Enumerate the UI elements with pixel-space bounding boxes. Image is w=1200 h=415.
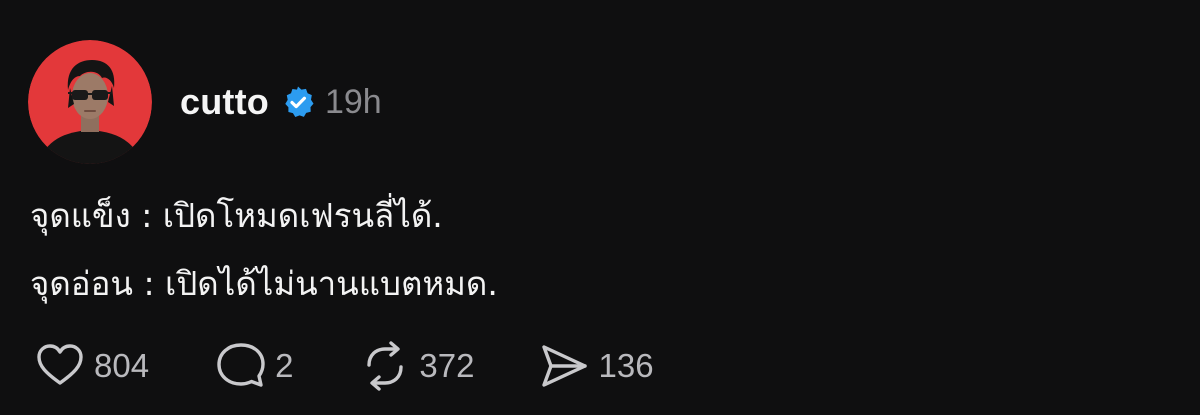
avatar-image (28, 40, 152, 164)
send-icon (538, 341, 590, 391)
username[interactable]: cutto (180, 81, 269, 123)
reply-count: 2 (275, 347, 294, 384)
post-header: cutto 19h (180, 76, 382, 128)
post-card: cutto 19h จุดแข็ง : เปิดโหมดเฟรนลี่ได้. … (0, 0, 1200, 415)
reply-button[interactable]: 2 (215, 341, 293, 391)
post-text-line: จุดแข็ง : เปิดโหมดเฟรนลี่ได้. (30, 196, 443, 235)
avatar[interactable] (28, 40, 152, 164)
share-button[interactable]: 136 (538, 341, 654, 391)
heart-icon (34, 341, 86, 391)
post-text-line: จุดอ่อน : เปิดได้ไม่นานแบตหมด. (30, 264, 498, 303)
comment-icon (215, 341, 267, 391)
like-count: 804 (94, 347, 150, 384)
like-button[interactable]: 804 (34, 341, 149, 391)
verified-badge-icon (281, 85, 315, 119)
post-timestamp: 19h (324, 82, 382, 121)
repost-count: 372 (419, 347, 475, 384)
post-content: จุดแข็ง : เปิดโหมดเฟรนลี่ได้. จุดอ่อน : … (30, 196, 1170, 332)
post-actions: 804 2 372 136 (34, 341, 654, 391)
repost-button[interactable]: 372 (359, 341, 474, 391)
share-count: 136 (598, 347, 654, 384)
repost-icon (359, 341, 411, 391)
